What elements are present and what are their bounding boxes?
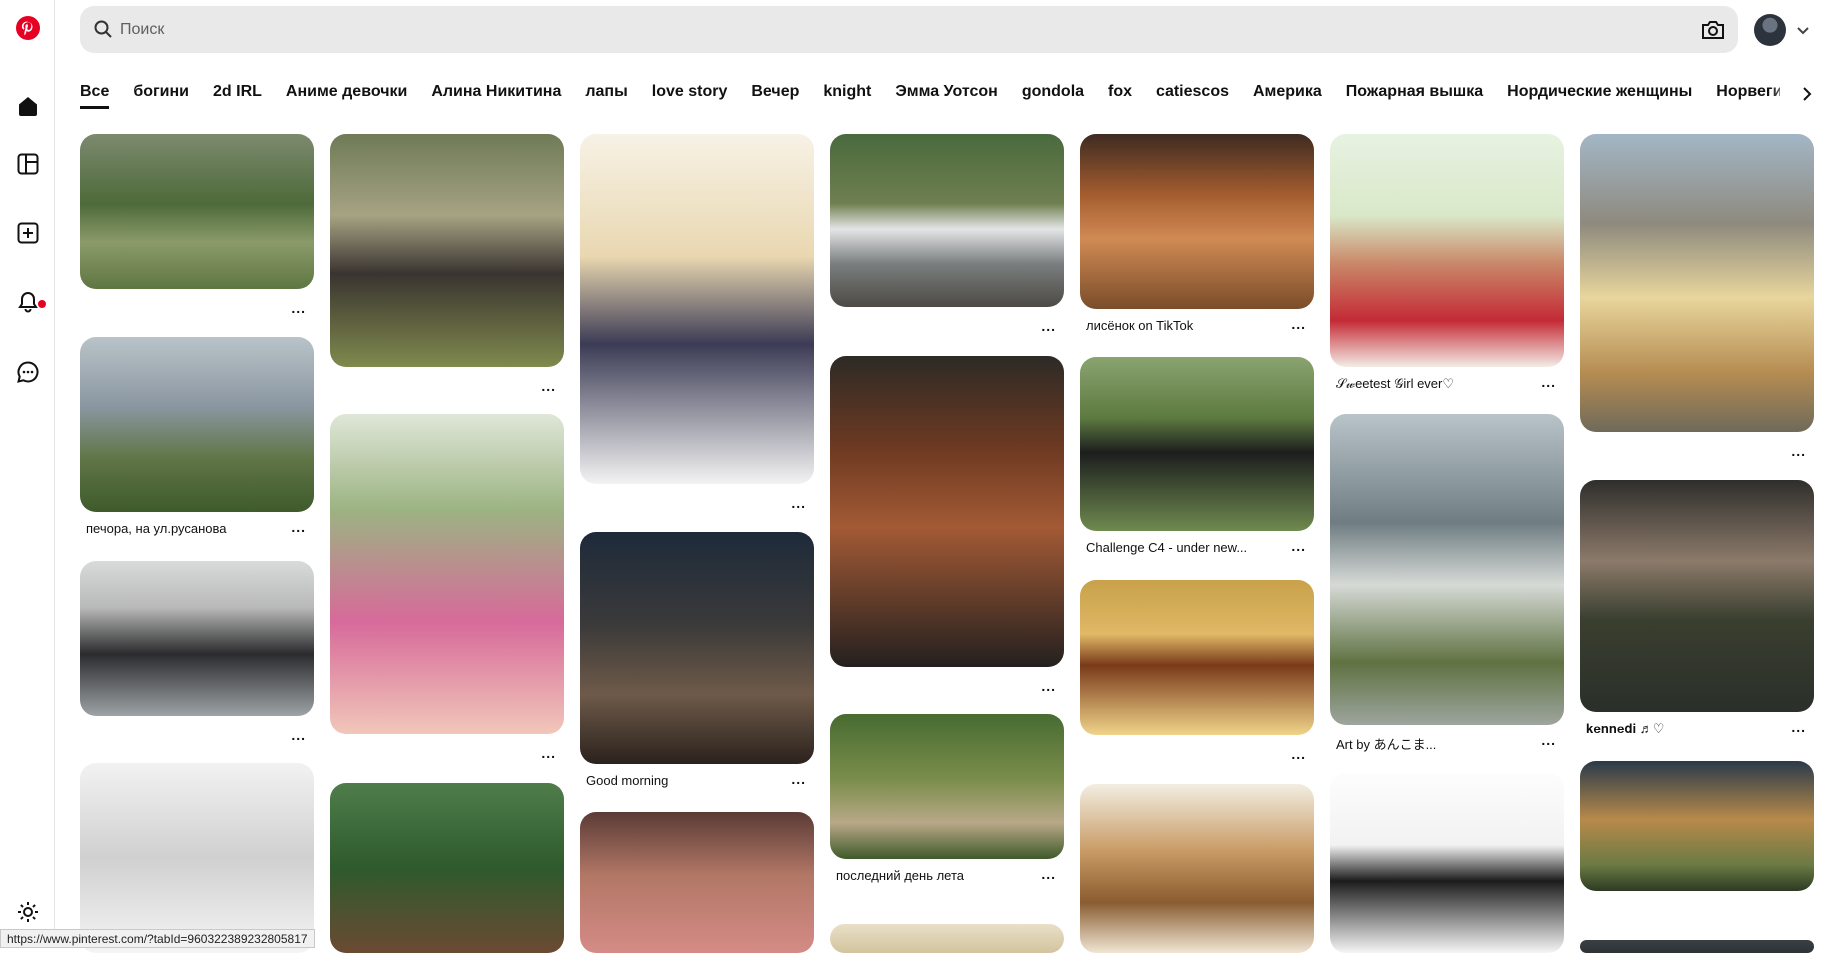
messages-icon[interactable]	[14, 358, 42, 386]
pin-image[interactable]	[1580, 761, 1814, 891]
pin-image[interactable]	[1580, 480, 1814, 712]
tab-alina-nikitina[interactable]: Алина Никитина	[431, 77, 561, 109]
pin-title[interactable]: печора, на ул.русанова	[86, 521, 276, 536]
tab-lapy[interactable]: лапы	[585, 77, 627, 109]
pin-image[interactable]	[80, 337, 314, 512]
tab-emma-watson[interactable]: Эмма Уотсон	[895, 77, 997, 109]
pin-more-options-button[interactable]: ...	[1291, 316, 1306, 332]
pin-image[interactable]	[80, 134, 314, 289]
tab-all[interactable]: Все	[80, 77, 110, 109]
pin-image[interactable]	[580, 812, 814, 953]
pin-image[interactable]	[330, 134, 564, 367]
chevron-right-icon[interactable]	[1797, 84, 1817, 104]
pin-image[interactable]	[830, 924, 1064, 953]
pin-image[interactable]	[580, 134, 814, 484]
tab-fox[interactable]: fox	[1108, 77, 1132, 109]
pin-title[interactable]: Good morning	[586, 773, 776, 788]
pin-title[interactable]: 𝒮𝓌eetest 𝒢irl ever♡	[1336, 376, 1526, 392]
explore-icon[interactable]	[14, 150, 42, 178]
tab-bogini[interactable]: богини	[133, 77, 189, 109]
pin-title[interactable]: 𝐤𝐞𝐧𝐧𝐞𝐝𝐢 ♬♡	[1586, 721, 1776, 737]
search-icon	[94, 20, 112, 38]
pin-more-options-button[interactable]: ...	[1291, 538, 1306, 554]
search-input[interactable]	[120, 12, 1670, 48]
pin-more-options-button[interactable]: ...	[1041, 866, 1056, 882]
pin-image[interactable]	[830, 356, 1064, 667]
pin-more-options-button[interactable]: ...	[291, 300, 306, 316]
pin-more-options-button[interactable]: ...	[1541, 732, 1556, 748]
tab-vecher[interactable]: Вечер	[751, 77, 799, 109]
status-bar-url: https://www.pinterest.com/?tabId=9603223…	[0, 929, 315, 948]
pin-more-options-button[interactable]: ...	[291, 519, 306, 535]
left-sidebar	[0, 0, 55, 948]
tab-nordic-women[interactable]: Нордические женщины	[1507, 77, 1692, 109]
pin-title[interactable]: последний день лета	[836, 868, 1026, 883]
tabs-fade	[1770, 77, 1800, 109]
tab-2d-irl[interactable]: 2d IRL	[213, 77, 262, 109]
search-bar	[80, 6, 1738, 53]
avatar[interactable]	[1754, 14, 1786, 46]
pin-title[interactable]: лисёнок on TikTok	[1086, 318, 1276, 333]
pin-image[interactable]	[830, 714, 1064, 859]
pin-image[interactable]	[1330, 134, 1564, 367]
pin-more-options-button[interactable]: ...	[1791, 443, 1806, 459]
pin-more-options-button[interactable]: ...	[1791, 719, 1806, 735]
tab-anime-girls[interactable]: Аниме девочки	[286, 77, 407, 109]
pin-image[interactable]	[830, 134, 1064, 307]
pin-image[interactable]	[80, 561, 314, 716]
pin-image[interactable]	[580, 532, 814, 764]
pin-image[interactable]	[1080, 357, 1314, 531]
tab-amerika[interactable]: Америка	[1253, 77, 1322, 109]
notification-badge	[38, 300, 46, 308]
pin-more-options-button[interactable]: ...	[791, 771, 806, 787]
tab-knight[interactable]: knight	[823, 77, 871, 109]
pin-more-options-button[interactable]: ...	[1041, 318, 1056, 334]
pin-image[interactable]	[1580, 134, 1814, 432]
pin-image[interactable]	[1580, 940, 1814, 953]
pin-more-options-button[interactable]: ...	[791, 495, 806, 511]
pin-image[interactable]	[330, 414, 564, 734]
pin-title[interactable]: Challenge C4 - under new...	[1086, 540, 1276, 555]
create-icon[interactable]	[14, 219, 42, 247]
pin-more-options-button[interactable]: ...	[541, 745, 556, 761]
pin-more-options-button[interactable]: ...	[1291, 746, 1306, 762]
pin-image[interactable]	[1330, 414, 1564, 725]
tab-catiescos[interactable]: catiescos	[1156, 77, 1229, 109]
pin-image[interactable]	[80, 763, 314, 953]
pin-image[interactable]	[1080, 134, 1314, 309]
tab-love-story[interactable]: love story	[652, 77, 728, 109]
pin-title[interactable]: Art by あんこま...	[1336, 734, 1526, 753]
pin-image[interactable]	[1330, 773, 1564, 953]
pin-more-options-button[interactable]: ...	[1541, 374, 1556, 390]
pin-image[interactable]	[1080, 784, 1314, 953]
board-tabs: Все богини 2d IRL Аниме девочки Алина Ни…	[80, 77, 1780, 109]
pin-image[interactable]	[1080, 580, 1314, 735]
home-icon[interactable]	[14, 92, 42, 120]
pin-image[interactable]	[330, 783, 564, 953]
tab-gondola[interactable]: gondola	[1022, 77, 1084, 109]
visual-search-camera-icon[interactable]	[1700, 17, 1726, 43]
chevron-down-icon[interactable]	[1795, 22, 1811, 38]
tab-fire-tower[interactable]: Пожарная вышка	[1346, 77, 1483, 109]
pin-more-options-button[interactable]: ...	[1041, 678, 1056, 694]
pin-more-options-button[interactable]: ...	[291, 727, 306, 743]
settings-icon[interactable]	[14, 898, 42, 926]
pinterest-logo-icon[interactable]	[14, 14, 42, 42]
pin-more-options-button[interactable]: ...	[541, 378, 556, 394]
